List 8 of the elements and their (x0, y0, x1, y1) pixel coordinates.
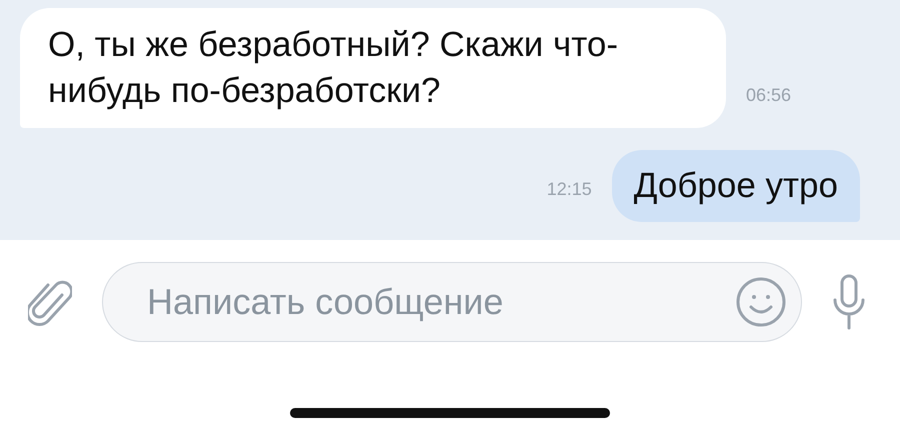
message-field[interactable]: Написать сообщение (102, 262, 802, 342)
emoji-icon[interactable] (735, 276, 787, 328)
message-time: 06:56 (746, 85, 792, 106)
incoming-message: О, ты же безработный? Скажи что-нибудь по-безработски? (20, 8, 726, 128)
message-input[interactable]: Написать сообщение (145, 280, 735, 324)
microphone-icon[interactable] (832, 274, 866, 330)
outgoing-message: Доброе утро (612, 150, 860, 222)
message-time: 12:15 (546, 179, 592, 200)
